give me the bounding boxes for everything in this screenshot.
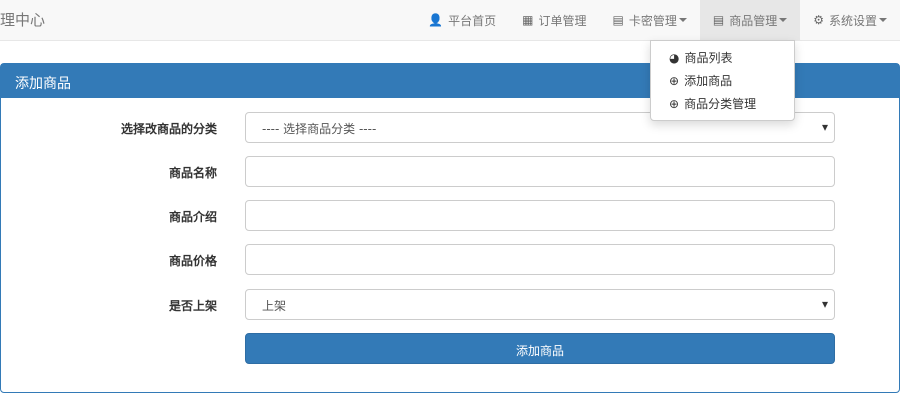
nav-item-2[interactable]: ▤ 卡密管理 — [600, 0, 700, 40]
nav-item-0[interactable]: 👤 平台首页 — [415, 0, 509, 40]
plus-circle-icon: ⊕ — [669, 73, 680, 88]
nav-label: 商品管理 — [729, 13, 778, 28]
user-icon: 👤 — [428, 13, 444, 27]
dropdown-label: 添加商品 — [684, 74, 733, 88]
intro-input[interactable] — [245, 200, 835, 231]
name-input[interactable] — [245, 156, 835, 187]
listed-label: 是否上架 — [168, 299, 217, 313]
add-product-button[interactable]: 添加商品 — [245, 333, 835, 364]
nav-item-3[interactable]: ▤ 商品管理 — [699, 0, 801, 40]
list-icon: ▤ — [712, 13, 725, 27]
name-label: 商品名称 — [168, 166, 217, 180]
category-select-value: ---- 选择商品分类 ---- — [262, 122, 377, 136]
dropdown-label: 商品列表 — [684, 51, 733, 65]
dropdown-item-1[interactable]: ⊕ 添加商品 — [651, 69, 794, 92]
gear-icon: ⚙ — [813, 13, 824, 27]
calendar-icon: ▦ — [522, 13, 534, 27]
caret-down-icon — [879, 18, 887, 22]
intro-label: 商品介绍 — [168, 210, 217, 224]
nav-label: 系统设置 — [828, 13, 877, 28]
nav-label: 订单管理 — [538, 13, 587, 28]
dropdown-item-2[interactable]: ⊕ 商品分类管理 — [651, 92, 794, 115]
nav-item-4[interactable]: ⚙ 系统设置 — [800, 0, 900, 40]
nav-label: 平台首页 — [448, 13, 497, 28]
price-label: 商品价格 — [168, 254, 217, 268]
price-input[interactable] — [245, 244, 835, 275]
category-label: 选择改商品的分类 — [120, 122, 217, 136]
caret-down-icon — [779, 18, 788, 22]
caret-down-icon — [678, 18, 687, 22]
brand[interactable]: 理中心 — [0, 9, 45, 30]
dropdown-item-0[interactable]: ◕ 商品列表 — [651, 46, 794, 69]
listed-select[interactable]: 上架 — [245, 289, 835, 320]
nav-label: 卡密管理 — [628, 13, 677, 28]
nav-item-1[interactable]: ▦ 订单管理 — [509, 0, 599, 40]
product-management-dropdown: ◕ 商品列表 ⊕ 添加商品 ⊕ 商品分类管理 — [650, 40, 795, 121]
dropdown-label: 商品分类管理 — [684, 97, 757, 111]
globe-icon: ◕ — [669, 50, 680, 65]
plus-circle-icon: ⊕ — [669, 96, 680, 111]
listed-select-value: 上架 — [262, 299, 287, 313]
navbar: 理中心 👤 平台首页 ▦ 订单管理 ▤ 卡密管理 ▤ 商品管理 ⚙ 系统设置 — [0, 0, 900, 41]
list-icon: ▤ — [612, 13, 624, 27]
